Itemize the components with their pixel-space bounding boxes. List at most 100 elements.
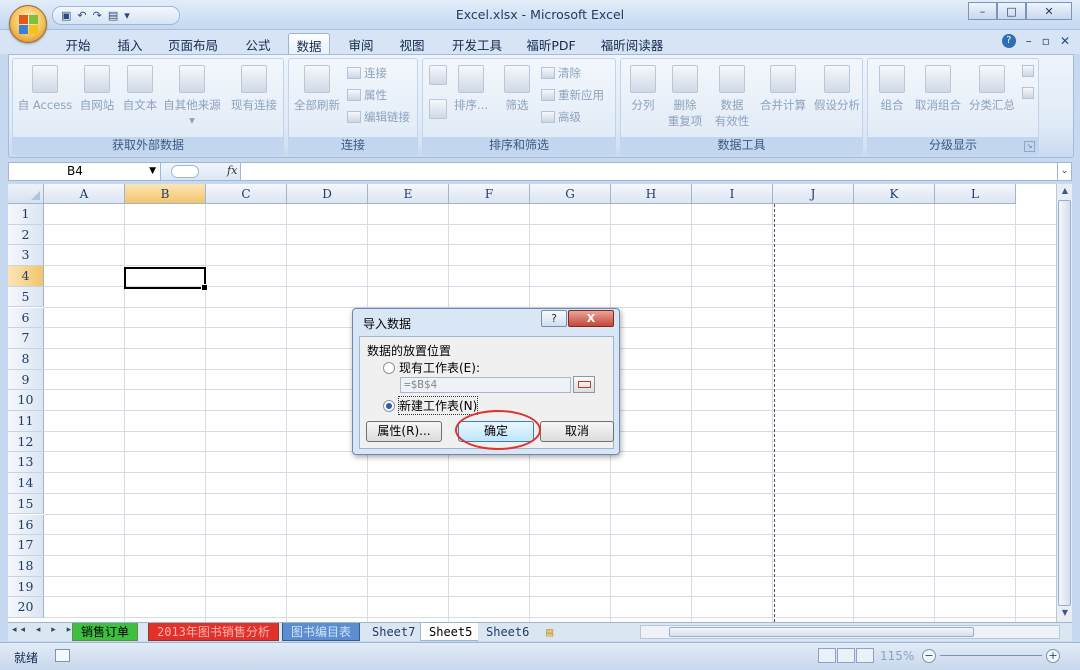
tab-insert[interactable]: 插入 <box>110 33 150 54</box>
dialog-help-button[interactable]: ? <box>541 310 567 327</box>
tab-home[interactable]: 开始 <box>58 33 98 54</box>
sort-button[interactable]: 排序... <box>451 65 491 113</box>
minimize-button[interactable]: – <box>968 2 997 20</box>
zoom-slider[interactable]: − + <box>920 647 1062 665</box>
row-header-7[interactable]: 7 <box>8 328 44 349</box>
range-reference-input[interactable]: =$B$4 <box>400 377 571 393</box>
sheet-tab-sheet6[interactable]: Sheet6 <box>478 623 538 641</box>
new-worksheet-option[interactable]: 新建工作表(N) <box>383 396 479 415</box>
row-header-17[interactable]: 17 <box>8 535 44 556</box>
sheet-tab-2013-book-sales[interactable]: 2013年图书销售分析 <box>148 623 279 641</box>
restore-button[interactable]: □ <box>997 2 1026 20</box>
scroll-down-icon[interactable]: ▼ <box>1059 608 1071 620</box>
expand-formula-bar-button[interactable]: ⌄ <box>1057 163 1071 180</box>
column-header-f[interactable]: F <box>449 184 530 204</box>
edit-links-button[interactable]: 编辑链接 <box>347 109 410 125</box>
sheet-tab-sales-orders[interactable]: 销售订单 <box>72 623 139 641</box>
column-header-g[interactable]: G <box>530 184 611 204</box>
row-header-11[interactable]: 11 <box>8 411 44 432</box>
from-access-button[interactable]: 自 Access <box>17 65 73 113</box>
row-header-10[interactable]: 10 <box>8 390 44 411</box>
reapply-button[interactable]: 重新应用 <box>541 87 604 103</box>
tab-foxit-pdf[interactable]: 福昕PDF <box>520 33 582 54</box>
tab-view[interactable]: 视图 <box>393 33 431 54</box>
row-header-20[interactable]: 20 <box>8 597 44 618</box>
column-header-e[interactable]: E <box>368 184 449 204</box>
advanced-filter-button[interactable]: 高级 <box>541 109 581 125</box>
ungroup-button[interactable]: 取消组合 <box>912 65 964 113</box>
row-header-2[interactable]: 2 <box>8 224 44 246</box>
chevron-down-icon[interactable]: ▼ <box>149 163 156 180</box>
tab-developer[interactable]: 开发工具 <box>446 33 508 54</box>
filter-button[interactable]: 筛选 <box>499 65 535 113</box>
zoom-track[interactable] <box>940 655 1042 656</box>
select-all-button[interactable] <box>8 184 44 204</box>
row-header-9[interactable]: 9 <box>8 369 44 391</box>
row-header-13[interactable]: 13 <box>8 452 44 474</box>
from-other-sources-button[interactable]: 自其他来源 ▾ <box>161 65 223 127</box>
from-web-button[interactable]: 自网站 <box>75 65 119 113</box>
macro-recording-icon[interactable] <box>55 649 70 662</box>
horizontal-scrollbar[interactable] <box>640 625 1060 639</box>
what-if-analysis-button[interactable]: 假设分析 <box>811 65 863 113</box>
horizontal-scroll-thumb[interactable] <box>669 627 974 637</box>
text-to-columns-button[interactable]: 分列 <box>623 65 663 113</box>
tab-review[interactable]: 审阅 <box>342 33 380 54</box>
row-header-6[interactable]: 6 <box>8 307 44 329</box>
vertical-scrollbar[interactable]: ▲ ▼ <box>1056 184 1072 622</box>
name-box[interactable]: B4 ▼ <box>9 163 161 180</box>
row-header-14[interactable]: 14 <box>8 473 44 494</box>
tab-formulas[interactable]: 公式 <box>236 33 280 54</box>
page-break-preview-icon[interactable] <box>856 648 874 663</box>
from-text-button[interactable]: 自文本 <box>119 65 161 113</box>
column-header-j[interactable]: J <box>773 184 854 204</box>
row-header-8[interactable]: 8 <box>8 348 44 370</box>
remove-duplicates-button[interactable]: 删除 重复项 <box>663 65 707 129</box>
row-header-1[interactable]: 1 <box>8 204 44 225</box>
close-button[interactable]: ✕ <box>1026 2 1072 20</box>
sort-ascending-button[interactable] <box>427 65 449 89</box>
row-header-16[interactable]: 16 <box>8 514 44 536</box>
properties-button[interactable]: 属性 <box>347 87 387 103</box>
zoom-out-icon[interactable]: − <box>922 649 936 663</box>
active-cell-b4[interactable] <box>124 266 208 291</box>
insert-function-icon[interactable]: fx <box>227 164 237 177</box>
column-header-k[interactable]: K <box>854 184 935 204</box>
consolidate-button[interactable]: 合并计算 <box>757 65 809 113</box>
existing-worksheet-radio[interactable] <box>383 361 395 374</box>
existing-connections-button[interactable]: 现有连接 <box>227 65 281 113</box>
sheet-tab-sheet5[interactable]: Sheet5 <box>420 623 482 641</box>
row-header-19[interactable]: 19 <box>8 576 44 598</box>
column-header-c[interactable]: C <box>206 184 287 204</box>
sort-descending-button[interactable] <box>427 99 449 123</box>
row-header-4[interactable]: 4 <box>8 266 44 287</box>
properties-dialog-button[interactable]: 属性(R)... <box>366 421 442 442</box>
cancel-button[interactable]: 取消 <box>540 421 614 442</box>
group-button[interactable]: 组合 <box>872 65 912 113</box>
insert-sheet-icon[interactable]: ▤ <box>538 623 561 641</box>
tab-data[interactable]: 数据 <box>288 33 330 54</box>
zoom-in-icon[interactable]: + <box>1046 649 1060 663</box>
existing-worksheet-option[interactable]: 现有工作表(E): <box>383 359 480 376</box>
column-header-b[interactable]: B <box>125 184 206 204</box>
new-worksheet-radio[interactable] <box>383 399 395 412</box>
tab-page-layout[interactable]: 页面布局 <box>162 33 224 54</box>
refresh-all-button[interactable]: 全部刷新 <box>291 65 343 113</box>
zoom-level[interactable]: 115% <box>880 649 914 663</box>
dialog-launcher-icon[interactable]: ↘ <box>1024 141 1035 152</box>
subtotal-button[interactable]: 分类汇总 <box>966 65 1018 113</box>
column-header-d[interactable]: D <box>287 184 368 204</box>
column-header-l[interactable]: L <box>935 184 1016 204</box>
row-header-12[interactable]: 12 <box>8 431 44 453</box>
row-header-5[interactable]: 5 <box>8 286 44 308</box>
column-header-i[interactable]: I <box>692 184 773 204</box>
column-header-h[interactable]: H <box>611 184 692 204</box>
dialog-close-button[interactable]: X <box>568 310 614 327</box>
sheet-tab-sheet7[interactable]: Sheet7 <box>364 623 424 641</box>
sheet-tab-book-catalog[interactable]: 图书编目表 <box>282 623 361 641</box>
page-layout-view-icon[interactable] <box>837 648 855 663</box>
ribbon-close-button[interactable]: ✕ <box>1060 34 1070 48</box>
show-detail-button[interactable] <box>1022 65 1034 77</box>
collapse-dialog-button[interactable] <box>573 376 595 393</box>
hide-detail-button[interactable] <box>1022 87 1034 99</box>
